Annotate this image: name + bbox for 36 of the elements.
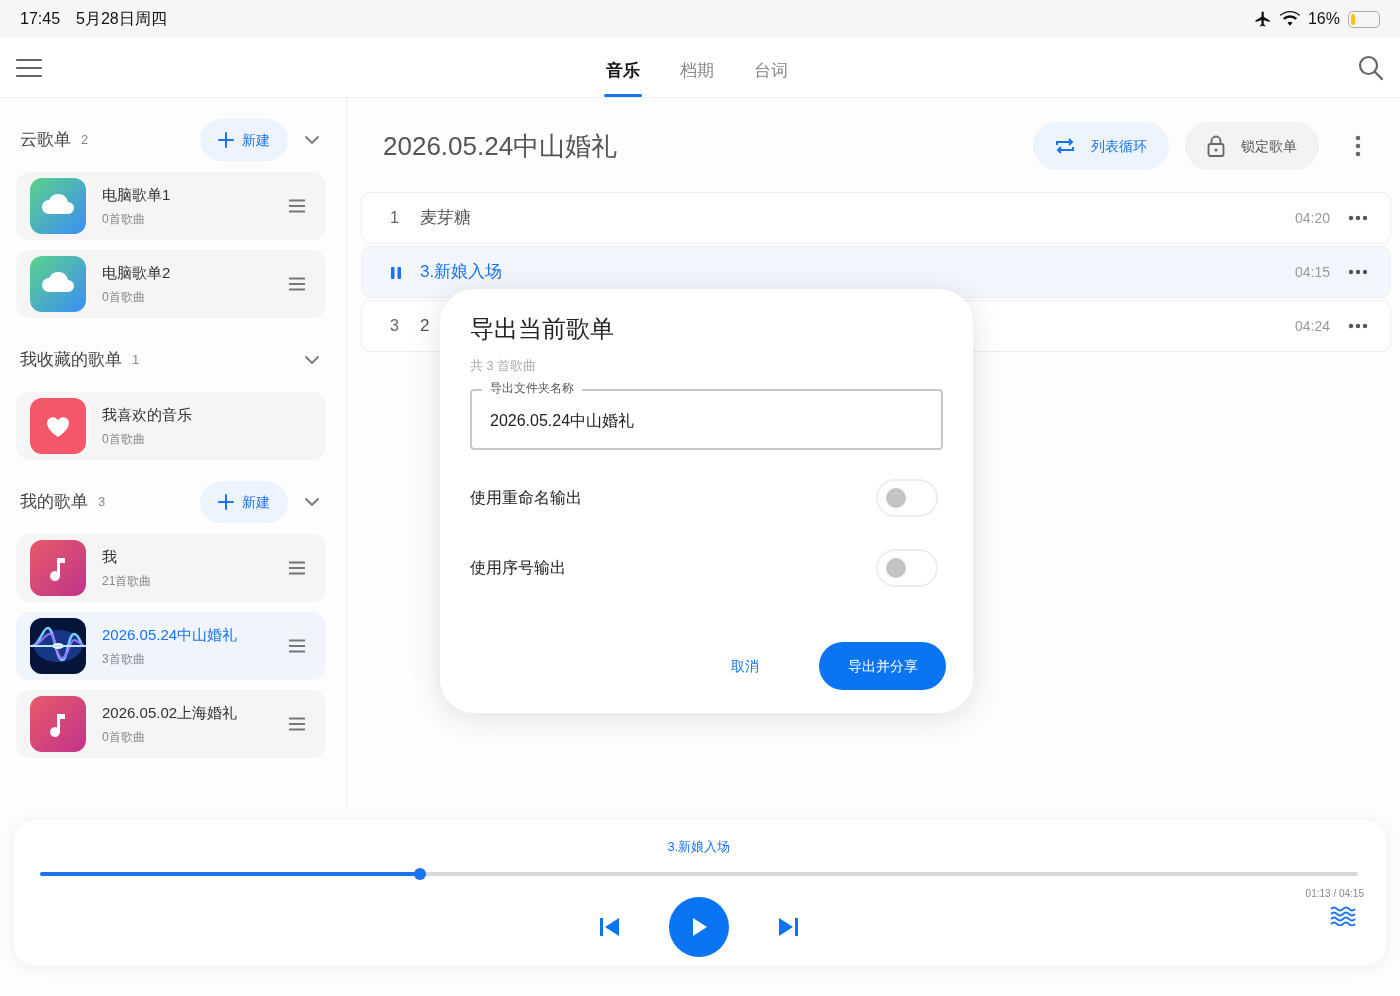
song-count: 3首歌曲 [102, 651, 146, 669]
battery-percent: 16% [1307, 9, 1340, 29]
toggle-label: 使用重命名输出 [470, 488, 582, 509]
dialog-title: 导出当前歌单 [470, 315, 615, 344]
status-date: 5月28日周四 [76, 9, 167, 29]
section-title: 我的歌单 [20, 491, 88, 514]
section-title: 云歌单 [20, 129, 71, 152]
track-title: 2 [420, 315, 430, 338]
playlist-name: 电脑歌单2 [102, 262, 171, 283]
song-count: 0首歌曲 [102, 289, 146, 307]
song-count: 0首歌曲 [102, 211, 146, 229]
song-count: 0首歌曲 [102, 431, 146, 449]
song-count: 0首歌曲 [102, 729, 146, 747]
section-count: 1 [132, 351, 140, 370]
playlist-name: 电脑歌单1 [102, 184, 171, 205]
track-title: 麦芽糖 [420, 207, 471, 230]
section-count: 2 [81, 131, 89, 150]
playlist-name: 我 [102, 546, 118, 567]
toggle-label: 使用序号输出 [470, 558, 566, 579]
now-playing-title: 3.新娘入场 [667, 839, 731, 854]
playlist-name: 2026.05.24中山婚礼 [102, 624, 238, 645]
playlist-name: 我喜欢的音乐 [102, 404, 192, 425]
section-count: 3 [98, 493, 106, 512]
song-count: 21首歌曲 [102, 573, 152, 591]
track-duration: 04:24 [1294, 316, 1330, 336]
song-total: 共 3 首歌曲 [470, 356, 538, 375]
playlist-name: 2026.05.02上海婚礼 [102, 702, 238, 723]
track-duration: 04:20 [1294, 208, 1330, 228]
playback-time: 01:13 / 04:15 [1305, 888, 1364, 899]
track-title: 3.新娘入场 [420, 261, 503, 284]
status-time: 17:45 [20, 9, 61, 29]
track-number: 3 [390, 316, 400, 336]
playlist-title: 2026.05.24中山婚礼 [382, 129, 618, 163]
track-duration: 04:15 [1294, 262, 1330, 282]
track-number: 1 [390, 208, 400, 228]
section-title: 我收藏的歌单 [20, 349, 122, 372]
